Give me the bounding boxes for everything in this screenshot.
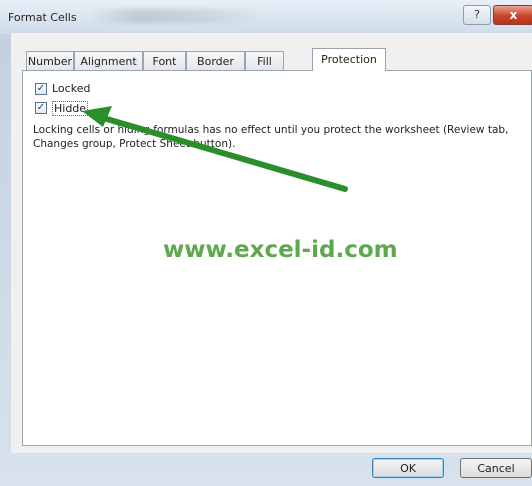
dialog-title: Format Cells [8,11,77,24]
watermark-text: www.excel-id.com [163,237,398,263]
tab-font[interactable]: Font [143,51,186,70]
title-bar[interactable]: Format Cells ? x [0,0,532,34]
tab-fill[interactable]: Fill [245,51,284,70]
hidden-label[interactable]: Hidde [52,101,89,116]
tab-protection[interactable]: Protection [312,48,386,71]
ok-button[interactable]: OK [372,458,444,478]
format-cells-dialog: Format Cells ? x Number Alignment Font B… [0,0,532,486]
tab-alignment[interactable]: Alignment [74,51,143,70]
help-button[interactable]: ? [463,5,491,25]
locked-label[interactable]: Locked [52,82,90,95]
hidden-checkbox[interactable]: ✓ [35,102,47,114]
tab-number[interactable]: Number [26,51,74,70]
close-button[interactable]: x [493,5,532,25]
protection-note: Locking cells or hiding formulas has no … [33,124,509,150]
protection-tab-content: ✓ Locked ✓ Hidde Locking cells or hiding… [22,70,532,446]
locked-checkbox[interactable]: ✓ [35,83,47,95]
blurred-title-text [90,9,260,23]
tab-border[interactable]: Border [186,51,245,70]
cancel-button[interactable]: Cancel [460,458,532,478]
